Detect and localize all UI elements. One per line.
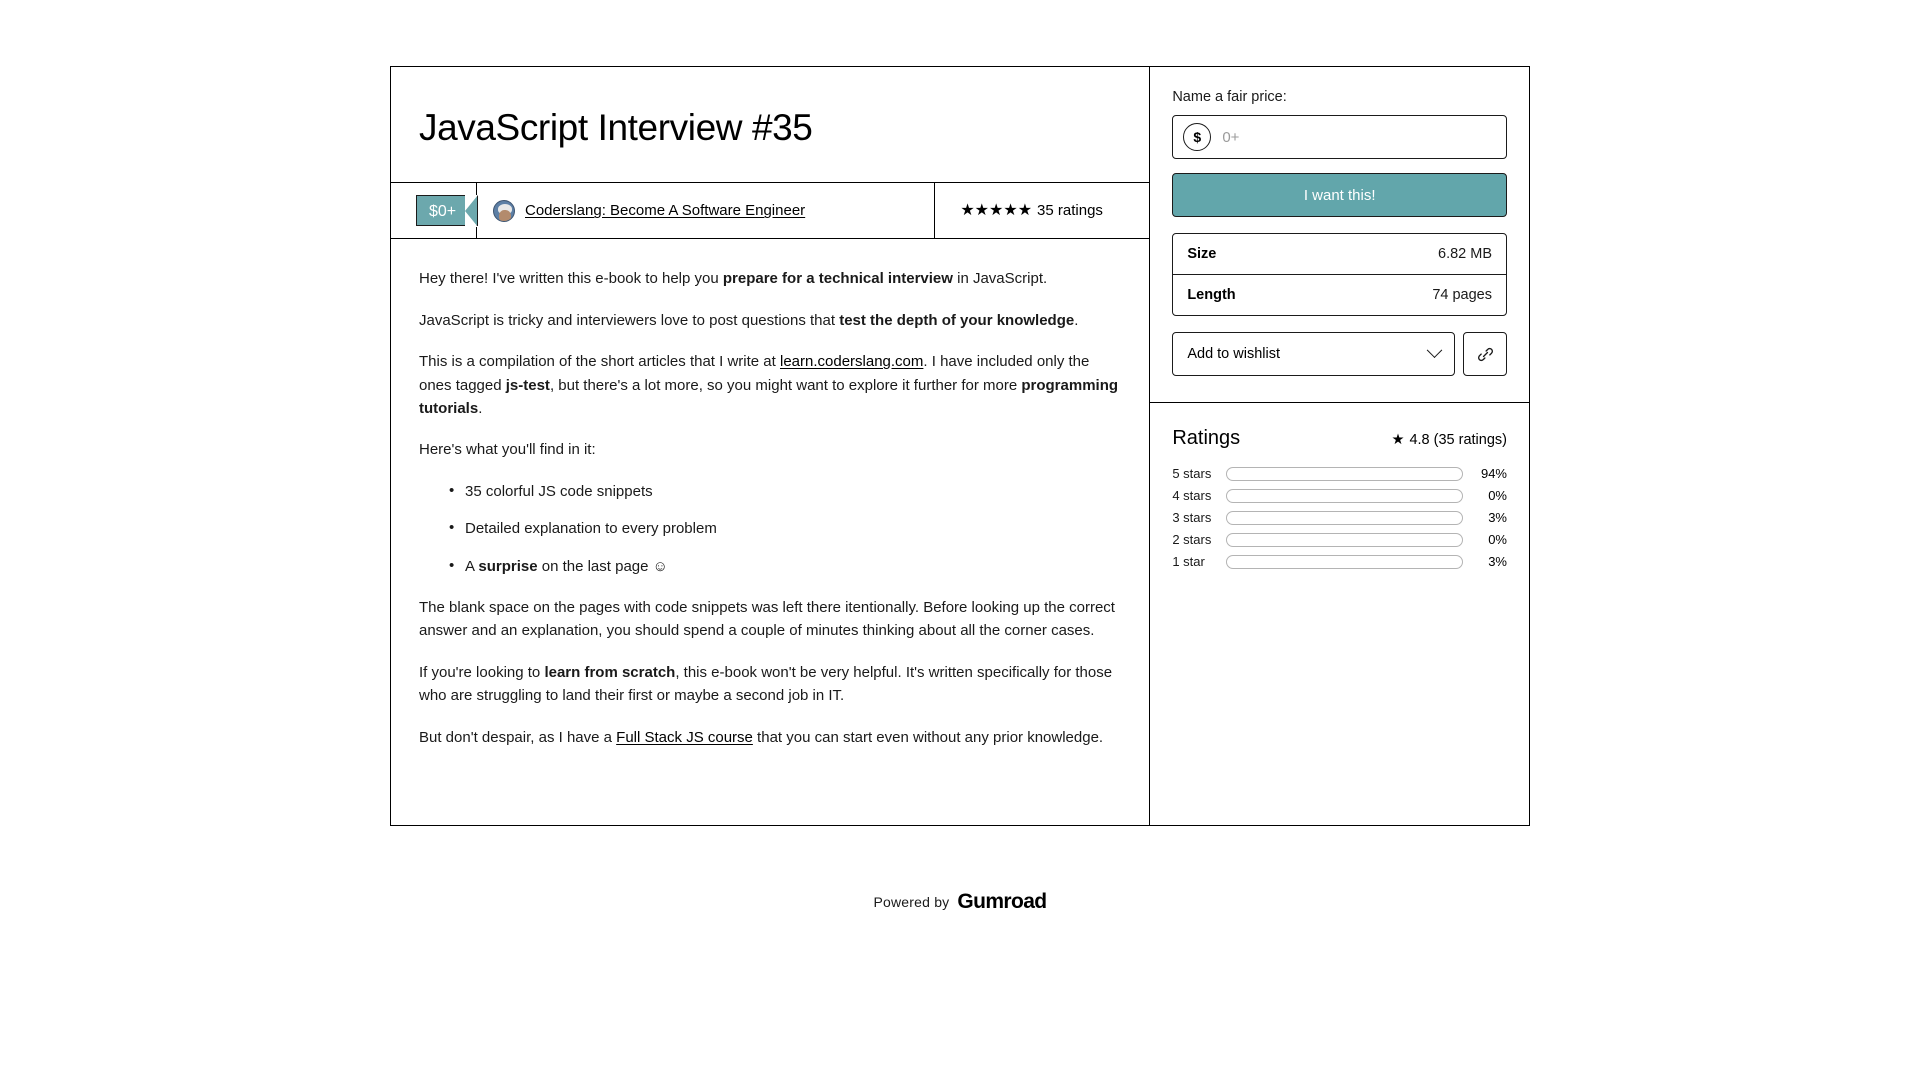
list-item: 35 colorful JS code snippets (449, 479, 1121, 503)
purchase-panel: Name a fair price: $ 0+ I want this! Siz… (1150, 67, 1529, 403)
title-block: JavaScript Interview #35 (391, 67, 1150, 184)
product-meta-bar: $0+ Coderslang: Become A Software Engine… (391, 183, 1150, 240)
rating-label: 2 stars (1172, 532, 1212, 547)
table-row: Length 74 pages (1173, 274, 1506, 315)
text-bold: prepare for a technical interview (722, 270, 953, 288)
ratings-summary-label: 4.8 (35 ratings) (1409, 432, 1507, 448)
rating-label: 5 stars (1172, 466, 1212, 481)
gumroad-logo: Gumroad (957, 890, 1047, 913)
rating-bar-track (1226, 466, 1463, 481)
author-link[interactable]: Coderslang: Become A Software Engineer (525, 202, 805, 219)
ratings-count-label: 35 ratings (1037, 202, 1103, 220)
rating-label: 1 star (1172, 554, 1205, 569)
add-to-wishlist-select[interactable]: Add to wishlist (1172, 332, 1455, 376)
product-card: JavaScript Interview #35 $0+ Coderslang:… (390, 66, 1530, 826)
attributes-table: Size 6.82 MB Length 74 pages (1172, 233, 1507, 316)
rating-label: 3 stars (1172, 510, 1212, 525)
rating-percent: 0% (1488, 488, 1507, 503)
text-bold: js-test (505, 376, 550, 394)
rating-label: 4 stars (1172, 488, 1212, 503)
link-icon (1477, 347, 1493, 361)
footer: Powered by Gumroad (0, 890, 1920, 914)
list-item: Detailed explanation to every problem (449, 516, 1121, 540)
coderslang-link[interactable]: learn.coderslang.com (780, 353, 923, 370)
author-cell[interactable]: Coderslang: Become A Software Engineer (476, 183, 934, 239)
page-title: JavaScript Interview #35 (419, 107, 813, 148)
list-item: A surprise on the last page ☺ (449, 554, 1121, 578)
text-fragment: on the last page ☺ (537, 557, 668, 575)
description-paragraph-4: The blank space on the pages with code s… (419, 598, 1115, 640)
description-list-intro: Here's what you'll find in it: (419, 441, 596, 459)
feature-list: 35 colorful JS code snippets Detailed ex… (419, 479, 1121, 578)
ratings-header: Ratings ★ 4.8 (35 ratings) (1172, 427, 1507, 450)
rating-row: 2 stars 0% (1172, 532, 1507, 547)
rating-row: 1 star 3% (1172, 554, 1507, 569)
description-paragraph-5: If you're looking to learn from scratch,… (419, 661, 1121, 708)
rating-cell[interactable]: ★★★★★ 35 ratings (934, 183, 1149, 239)
text-bold: surprise (478, 557, 538, 575)
description-paragraph-3: This is a compilation of the short artic… (419, 350, 1121, 420)
footer-powered-by: Powered by (873, 894, 950, 910)
currency-icon: $ (1183, 123, 1212, 151)
rating-bar-track (1226, 510, 1463, 525)
text-fragment: that you can start even without any prio… (752, 728, 1104, 746)
product-page: JavaScript Interview #35 $0+ Coderslang:… (0, 0, 1920, 1080)
text-fragment: JavaScript is tricky and interviewers lo… (419, 311, 840, 329)
rating-percent: 3% (1488, 510, 1507, 525)
product-main-column: JavaScript Interview #35 $0+ Coderslang:… (391, 67, 1151, 825)
rating-percent: 94% (1480, 466, 1507, 481)
i-want-this-button[interactable]: I want this! (1172, 173, 1507, 217)
attribute-value: 74 pages (1432, 287, 1492, 303)
rating-bar-track (1226, 554, 1463, 569)
price-input-placeholder: 0+ (1222, 128, 1240, 146)
ratings-panel: Ratings ★ 4.8 (35 ratings) 5 stars 94% 4… (1150, 403, 1529, 598)
table-row: Size 6.82 MB (1173, 234, 1506, 274)
star-rating-icon: ★★★★★ (960, 201, 1033, 219)
attribute-key: Size (1187, 246, 1217, 262)
text-fragment: , but there's a lot more, so you might w… (549, 376, 1022, 394)
text-fragment: . (478, 400, 483, 417)
text-fragment: A (465, 557, 479, 575)
rating-percent: 3% (1488, 554, 1507, 569)
ratings-summary: ★ 4.8 (35 ratings) (1391, 432, 1507, 448)
rating-bar-track (1226, 532, 1463, 547)
text-bold: test the depth of your knowledge (839, 311, 1075, 329)
text-fragment: Hey there! I've written this e-book to h… (419, 270, 723, 288)
price-input[interactable]: $ 0+ (1172, 115, 1507, 159)
chevron-down-icon (1426, 341, 1443, 358)
product-sidebar: Name a fair price: $ 0+ I want this! Siz… (1150, 67, 1529, 825)
text-bold: learn from scratch (544, 663, 676, 681)
text-fragment: But don't despair, as I have a (419, 728, 617, 746)
attribute-value: 6.82 MB (1438, 246, 1492, 262)
rating-row: 3 stars 3% (1172, 510, 1507, 525)
rating-bar-track (1226, 488, 1463, 503)
star-icon: ★ (1391, 432, 1405, 448)
price-tag: $0+ (416, 195, 478, 228)
rating-percent: 0% (1488, 532, 1507, 547)
text-fragment: If you're looking to (419, 663, 545, 681)
ratings-title: Ratings (1172, 427, 1241, 449)
avatar (493, 199, 515, 222)
wishlist-row: Add to wishlist (1172, 332, 1507, 376)
rating-row: 5 stars 94% (1172, 466, 1507, 481)
attribute-key: Length (1187, 287, 1236, 303)
wishlist-label: Add to wishlist (1187, 346, 1281, 362)
price-field-label: Name a fair price: (1172, 89, 1287, 105)
description-paragraph-2: JavaScript is tricky and interviewers lo… (419, 309, 1121, 332)
ratings-breakdown: 5 stars 94% 4 stars 0% 3 stars 3% 2 star… (1172, 466, 1507, 569)
full-stack-course-link[interactable]: Full Stack JS course (616, 729, 753, 746)
price-cell: $0+ (391, 183, 478, 238)
product-description: Hey there! I've written this e-book to h… (391, 239, 1149, 778)
description-paragraph-6: But don't despair, as I have a Full Stac… (419, 726, 1121, 749)
text-fragment: in JavaScript. (952, 270, 1048, 288)
description-paragraph-1: Hey there! I've written this e-book to h… (419, 267, 1121, 290)
copy-link-button[interactable] (1463, 332, 1507, 376)
text-fragment: This is a compilation of the short artic… (419, 353, 780, 371)
price-tag-label: $0+ (429, 203, 457, 221)
text-fragment: . (1074, 311, 1079, 329)
rating-row: 4 stars 0% (1172, 488, 1507, 503)
